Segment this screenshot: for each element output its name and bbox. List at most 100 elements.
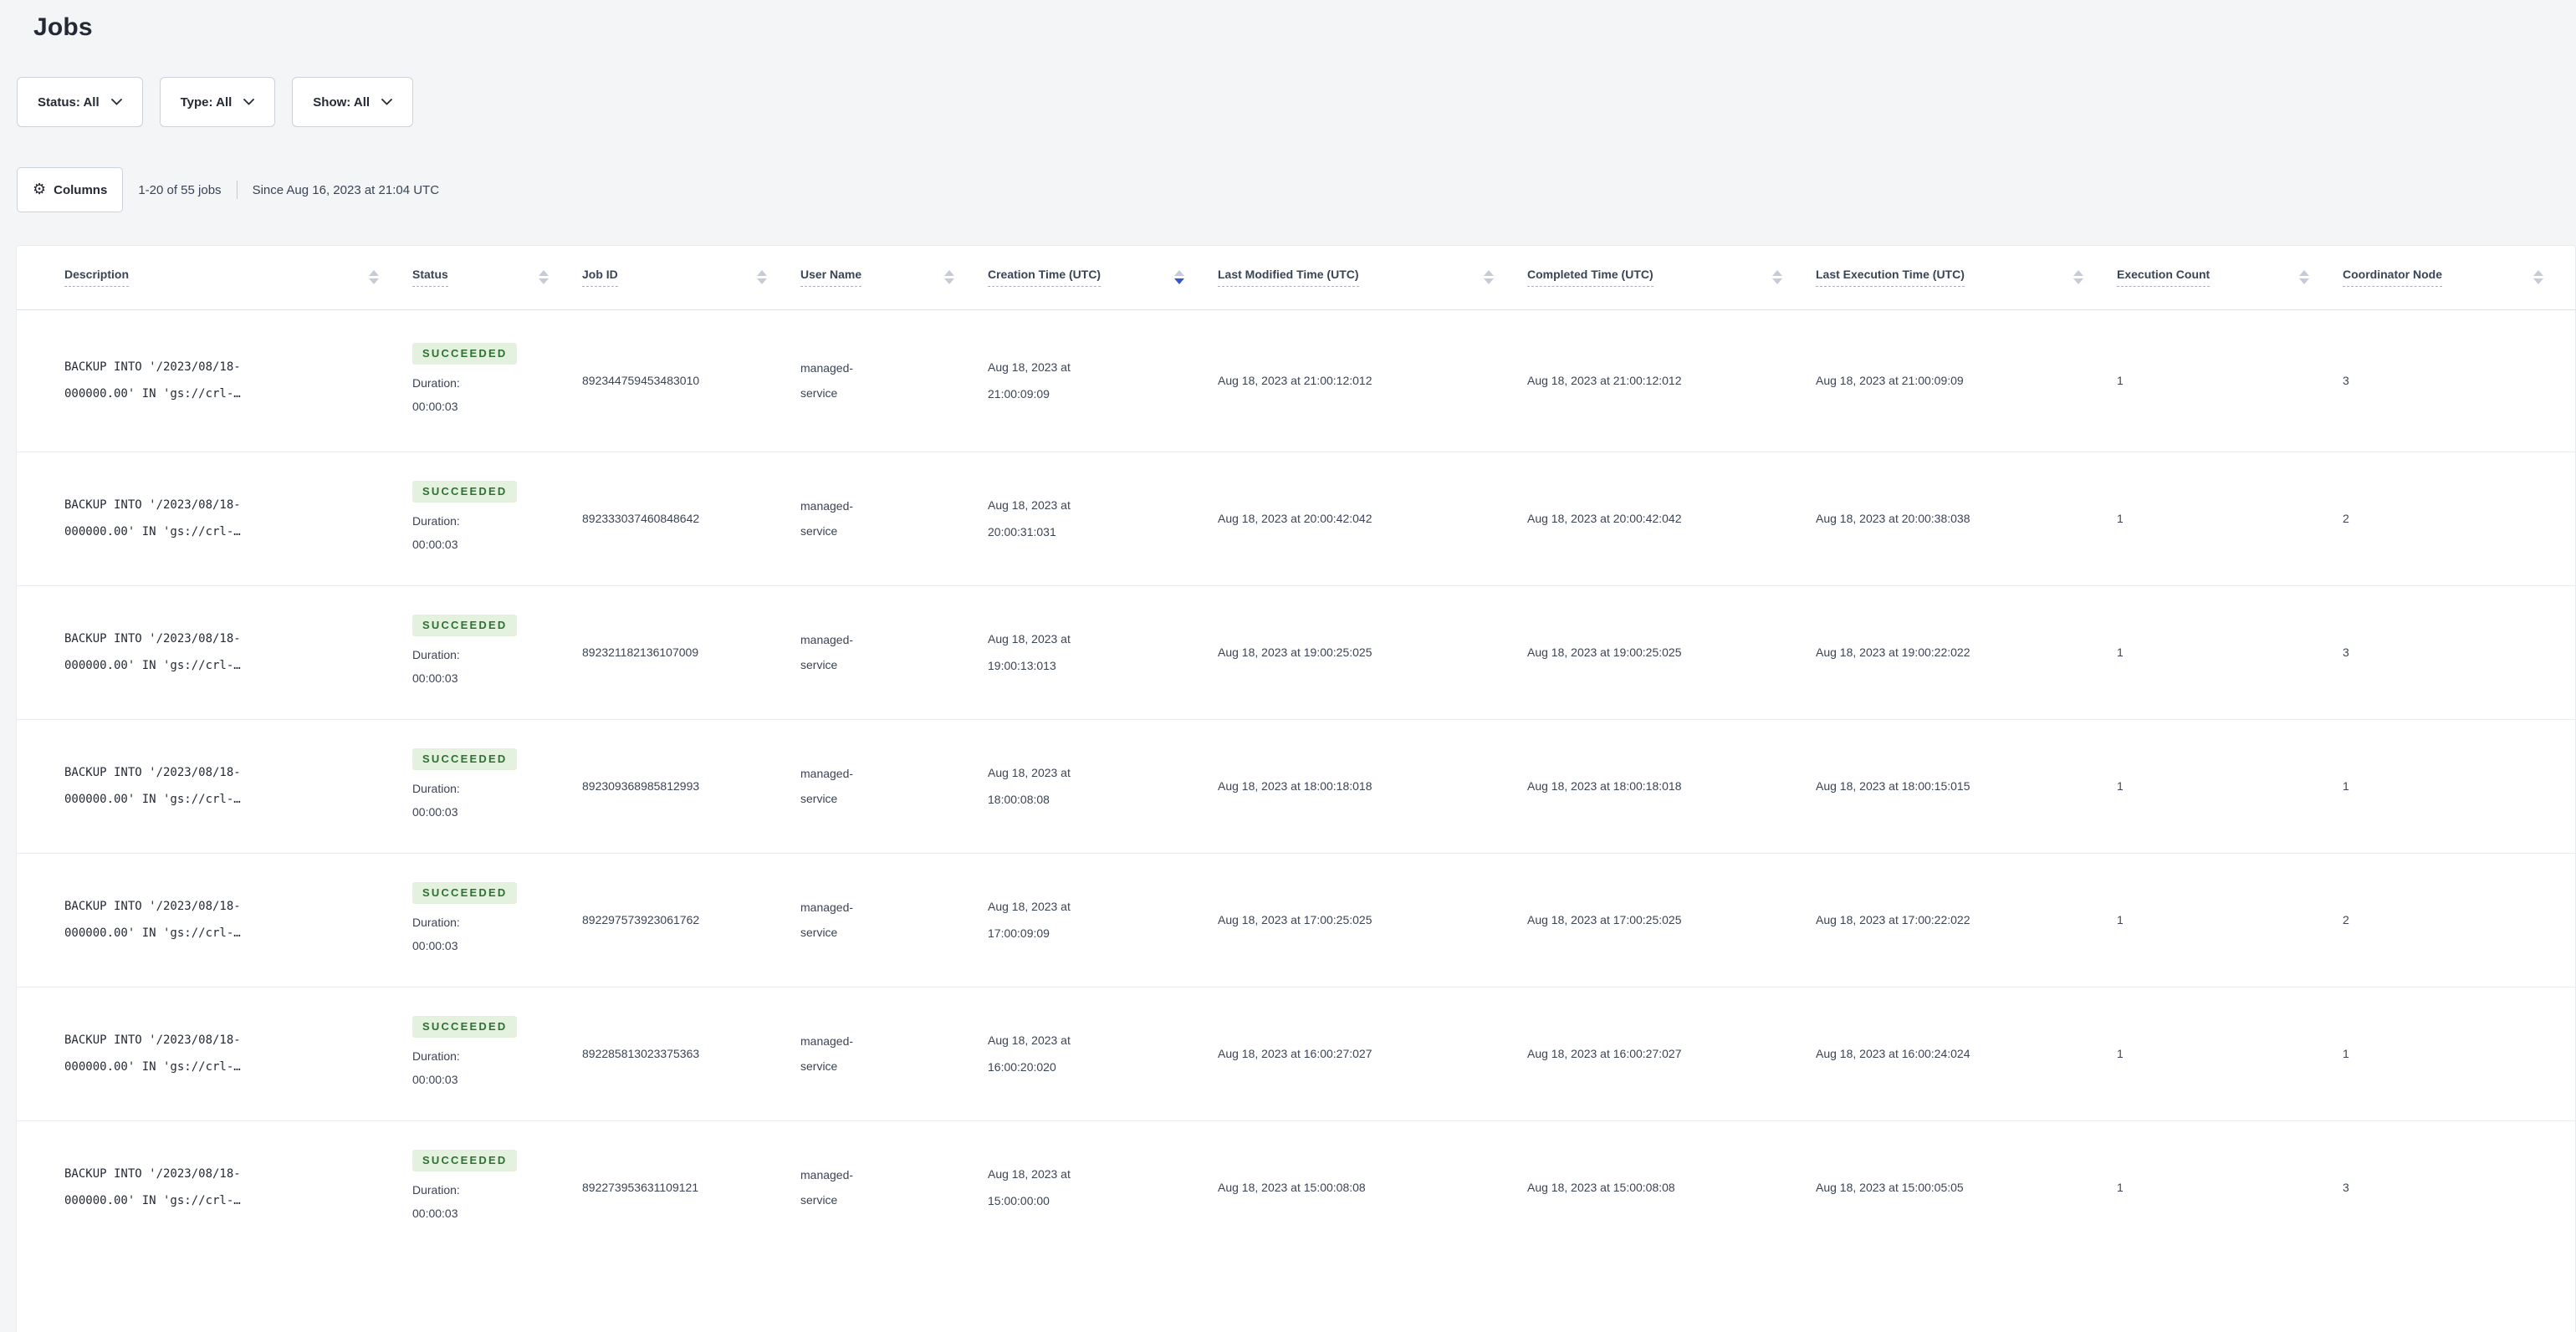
table-body: BACKUP INTO '/2023/08/18-000000.00' IN '…	[17, 309, 2576, 1254]
cell-last_modified_time: Aug 18, 2023 at 20:00:42:042	[1218, 452, 1527, 585]
cell-creation_time: Aug 18, 2023 at 15:00:00:00	[988, 1120, 1218, 1254]
cell-job_id: 892309368985812993	[582, 719, 800, 853]
coordinator-node-value: 3	[2343, 374, 2349, 387]
sort-arrows-icon[interactable]	[2299, 270, 2309, 285]
last-modified-time-value: Aug 18, 2023 at 21:00:12:012	[1218, 374, 1372, 387]
cell-job_id: 892273953631109121	[582, 1120, 800, 1254]
sort-arrows-icon[interactable]	[369, 270, 379, 285]
column-header-label: Status	[412, 268, 448, 288]
table-header-row: Description Status Job ID User Name Creation…	[17, 246, 2576, 310]
cell-completed_time: Aug 18, 2023 at 18:00:18:018	[1527, 719, 1816, 853]
cell-job_id: 892285813023375363	[582, 987, 800, 1120]
gear-icon: ⚙	[33, 181, 47, 198]
duration-value: 00:00:03	[412, 671, 458, 685]
column-header-execution_count[interactable]: Execution Count	[2117, 246, 2343, 310]
duration-value: 00:00:03	[412, 805, 458, 819]
duration-label: Duration:	[412, 514, 460, 528]
execution-count-value: 1	[2117, 374, 2124, 387]
sort-arrows-icon[interactable]	[2533, 270, 2543, 285]
column-header-creation_time[interactable]: Creation Time (UTC)	[988, 246, 1218, 310]
cell-creation_time: Aug 18, 2023 at 19:00:13:013	[988, 585, 1218, 719]
sort-arrows-icon[interactable]	[539, 270, 549, 285]
jobs-table: Description Status Job ID User Name Creation…	[17, 246, 2576, 1254]
type-filter-dropdown[interactable]: Type: All	[159, 77, 276, 127]
status-badge: SUCCEEDED	[412, 615, 518, 636]
cell-execution_count: 1	[2117, 719, 2343, 853]
sort-arrows-icon[interactable]	[1174, 270, 1184, 285]
user-name-value: managed-service	[800, 1034, 854, 1073]
job-id-value: 892321182136107009	[582, 646, 699, 659]
chevron-down-icon	[110, 99, 122, 105]
cell-description: BACKUP INTO '/2023/08/18-000000.00' IN '…	[17, 853, 412, 987]
cell-creation_time: Aug 18, 2023 at 21:00:09:09	[988, 309, 1218, 452]
cell-creation_time: Aug 18, 2023 at 16:00:20:020	[988, 987, 1218, 1120]
coordinator-node-value: 1	[2343, 1047, 2349, 1060]
sort-arrows-icon[interactable]	[944, 270, 954, 285]
column-header-last_modified_time[interactable]: Last Modified Time (UTC)	[1218, 246, 1527, 310]
status-filter-dropdown[interactable]: Status: All	[17, 77, 143, 127]
column-header-last_execution_time[interactable]: Last Execution Time (UTC)	[1816, 246, 2117, 310]
column-header-description[interactable]: Description	[17, 246, 412, 310]
cell-execution_count: 1	[2117, 853, 2343, 987]
job-id-value: 892333037460848642	[582, 512, 700, 525]
chevron-down-icon	[243, 99, 255, 105]
job-id-value: 892309368985812993	[582, 779, 700, 793]
duration-label: Duration:	[412, 648, 460, 661]
jobs-count-text: 1-20 of 55 jobs	[138, 182, 222, 197]
type-filter-label: Type: All	[180, 94, 233, 110]
last-modified-time-value: Aug 18, 2023 at 18:00:18:018	[1218, 779, 1372, 793]
cell-user_name: managed-service	[800, 452, 988, 585]
creation-time-value: Aug 18, 2023 at 19:00:13:013	[988, 632, 1071, 672]
last-modified-time-value: Aug 18, 2023 at 19:00:25:025	[1218, 646, 1372, 659]
cell-last_modified_time: Aug 18, 2023 at 16:00:27:027	[1218, 987, 1527, 1120]
cell-last_execution_time: Aug 18, 2023 at 18:00:15:015	[1816, 719, 2117, 853]
column-header-label: Last Modified Time (UTC)	[1218, 268, 1359, 288]
cell-coordinator_node: 1	[2343, 987, 2576, 1120]
cell-status: SUCCEEDED Duration: 00:00:03	[412, 1120, 582, 1254]
column-header-coordinator_node[interactable]: Coordinator Node	[2343, 246, 2576, 310]
duration-value: 00:00:03	[412, 939, 458, 952]
sort-arrows-icon[interactable]	[757, 270, 767, 285]
column-header-user_name[interactable]: User Name	[800, 246, 988, 310]
cell-execution_count: 1	[2117, 1120, 2343, 1254]
cell-last_modified_time: Aug 18, 2023 at 18:00:18:018	[1218, 719, 1527, 853]
creation-time-value: Aug 18, 2023 at 17:00:09:09	[988, 900, 1071, 940]
creation-time-value: Aug 18, 2023 at 15:00:00:00	[988, 1167, 1071, 1208]
cell-last_execution_time: Aug 18, 2023 at 21:00:09:09	[1816, 309, 2117, 452]
columns-button[interactable]: ⚙ Columns	[17, 167, 124, 212]
column-header-job_id[interactable]: Job ID	[582, 246, 800, 310]
last-modified-time-value: Aug 18, 2023 at 20:00:42:042	[1218, 512, 1372, 525]
cell-execution_count: 1	[2117, 987, 2343, 1120]
cell-completed_time: Aug 18, 2023 at 21:00:12:012	[1527, 309, 1816, 452]
column-header-status[interactable]: Status	[412, 246, 582, 310]
since-text: Since Aug 16, 2023 at 21:04 UTC	[252, 182, 440, 197]
duration-label: Duration:	[412, 1049, 460, 1063]
sort-arrows-icon[interactable]	[1772, 270, 1782, 285]
show-filter-dropdown[interactable]: Show: All	[292, 77, 414, 127]
last-execution-time-value: Aug 18, 2023 at 16:00:24:024	[1816, 1047, 1970, 1060]
filter-row: Status: All Type: All Show: All	[17, 77, 414, 127]
show-filter-label: Show: All	[313, 94, 371, 110]
column-header-label: User Name	[800, 268, 862, 288]
cell-coordinator_node: 3	[2343, 585, 2576, 719]
cell-user_name: managed-service	[800, 309, 988, 452]
table-row: BACKUP INTO '/2023/08/18-000000.00' IN '…	[17, 585, 2576, 719]
execution-count-value: 1	[2117, 913, 2124, 926]
cell-user_name: managed-service	[800, 1120, 988, 1254]
table-row: BACKUP INTO '/2023/08/18-000000.00' IN '…	[17, 719, 2576, 853]
completed-time-value: Aug 18, 2023 at 20:00:42:042	[1527, 512, 1682, 525]
cell-completed_time: Aug 18, 2023 at 17:00:25:025	[1527, 853, 1816, 987]
execution-count-value: 1	[2117, 1047, 2124, 1060]
column-header-completed_time[interactable]: Completed Time (UTC)	[1527, 246, 1816, 310]
sort-arrows-icon[interactable]	[2073, 270, 2083, 285]
duration-value: 00:00:03	[412, 1207, 458, 1221]
sort-arrows-icon[interactable]	[1484, 270, 1494, 285]
page-title: Jobs	[33, 13, 93, 41]
user-name-value: managed-service	[800, 1168, 854, 1207]
cell-completed_time: Aug 18, 2023 at 20:00:42:042	[1527, 452, 1816, 585]
duration-label: Duration:	[412, 376, 460, 390]
cell-user_name: managed-service	[800, 987, 988, 1120]
job-description: BACKUP INTO '/2023/08/18-000000.00' IN '…	[64, 1033, 241, 1074]
user-name-value: managed-service	[800, 901, 854, 939]
status-badge: SUCCEEDED	[412, 343, 518, 365]
